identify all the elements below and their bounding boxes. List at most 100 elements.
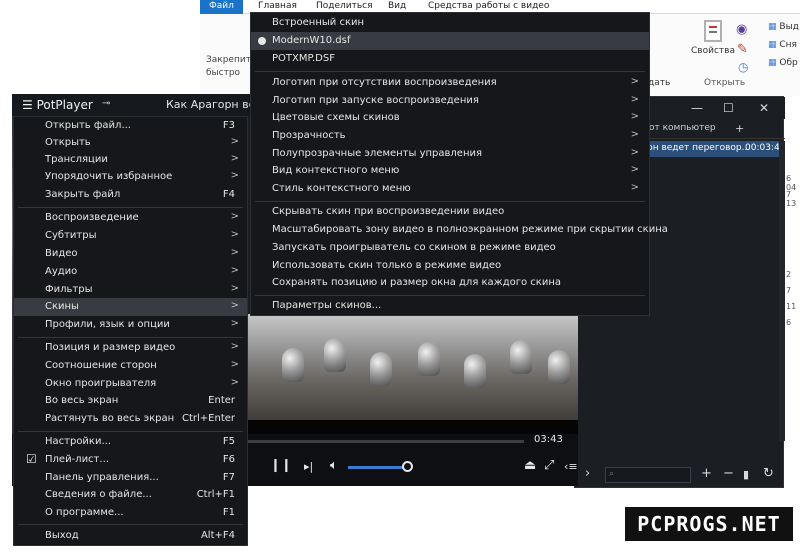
video-detail — [282, 348, 304, 382]
submenu-item-translucent-controls[interactable]: Полупрозрачные элементы управления > — [251, 145, 649, 163]
eject-icon[interactable]: ⏏ — [524, 458, 536, 473]
fullscreen-icon[interactable]: ⤢ — [544, 458, 554, 473]
menu-item-playlist[interactable]: ☑ Плей-лист... F6 — [14, 451, 247, 469]
menu-item-open-file[interactable]: Открыть файл... F3 — [14, 117, 247, 135]
volume-icon[interactable]: 🔈︎ — [330, 458, 338, 473]
menu-item-profiles[interactable]: Профили, язык и опции > — [14, 316, 247, 334]
checkmark-icon: ☑ — [26, 452, 37, 466]
submenu-item-menu-view[interactable]: Вид контекстного меню > — [251, 162, 649, 180]
chevron-right-icon[interactable]: › — [585, 466, 590, 481]
playlist-search-input[interactable]: ⌕ — [605, 467, 691, 483]
chevron-right-icon: > — [630, 182, 639, 193]
submenu-item-scale-video-zone[interactable]: Масштабировать зону видео в полноэкранно… — [251, 221, 668, 239]
volume-slider[interactable] — [348, 466, 406, 469]
minimize-icon[interactable]: — — [691, 101, 703, 115]
menu-item-stretch-fullscreen[interactable]: Растянуть во весь экран Ctrl+Enter — [14, 410, 247, 428]
pause-icon[interactable]: ❙❙ — [270, 458, 292, 473]
menu-item-skins[interactable]: Скины > — [14, 298, 247, 316]
remove-icon[interactable]: − — [723, 466, 734, 481]
menu-item-shortcut: F6 — [222, 454, 235, 465]
deselect-label: Сня — [779, 40, 797, 50]
menu-item-fullscreen[interactable]: Во весь экран Enter — [14, 392, 247, 410]
properties-button[interactable]: Свойства — [688, 20, 738, 56]
submenu-item-skin-video-only[interactable]: Использовать скин только в режиме видео — [251, 257, 649, 275]
select-all-button[interactable]: ▦ Выд — [768, 22, 799, 32]
submenu-item-start-skin-video[interactable]: Запускать проигрыватель со скином в режи… — [251, 239, 649, 257]
ribbon-tab-file[interactable]: Файл — [200, 0, 243, 14]
pin-icon[interactable]: ⊸ — [102, 98, 110, 109]
menu-item-video[interactable]: Видео > — [14, 245, 247, 263]
menu-item-playback[interactable]: Воспроизведение > — [14, 209, 247, 227]
submenu-item-save-window-position[interactable]: Сохранять позицию и размер окна для кажд… — [251, 274, 649, 292]
menu-item-label: Во весь экран — [45, 395, 119, 406]
menu-item-aspect-ratio[interactable]: Соотношение сторон > — [14, 357, 247, 375]
submenu-item-label: Логотип при запуске воспроизведения — [272, 95, 479, 106]
chevron-right-icon: > — [230, 211, 239, 222]
submenu-item-hide-skin[interactable]: Скрывать скин при воспроизведении видео — [251, 203, 649, 221]
menu-item-label: Закрыть файл — [45, 189, 121, 200]
chevron-right-icon: > — [230, 265, 239, 276]
submenu-item-builtin-skin[interactable]: Встроенный скин — [251, 14, 649, 32]
menu-item-video-position[interactable]: Позиция и размер видео > — [14, 339, 247, 357]
video-detail — [548, 350, 570, 384]
open-with-icon[interactable]: ◉ — [736, 22, 747, 37]
menu-item-about[interactable]: О программе... F1 — [14, 504, 247, 522]
menu-item-close-file[interactable]: Закрыть файл F4 — [14, 186, 247, 204]
menu-item-label: Упорядочить избранное — [45, 171, 173, 182]
submenu-item-label: Цветовые схемы скинов — [272, 112, 400, 123]
seek-bar[interactable] — [248, 440, 524, 443]
trash-icon[interactable]: ▮ — [743, 468, 749, 481]
submenu-item-color-schemes[interactable]: Цветовые схемы скинов > — [251, 109, 649, 127]
submenu-item-potxmp[interactable]: POTXMP.DSF — [251, 50, 649, 68]
repeat-icon[interactable]: ↻ — [763, 466, 774, 481]
playlist-scrollbar[interactable] — [779, 141, 785, 441]
menu-item-filters[interactable]: Фильтры > — [14, 281, 247, 299]
menu-item-control-panel[interactable]: Панель управления... F7 — [14, 469, 247, 487]
invert-selection-button[interactable]: ▦ Обр — [768, 58, 798, 68]
close-icon[interactable]: ✕ — [759, 101, 769, 115]
menu-item-favorites[interactable]: Упорядочить избранное > — [14, 168, 247, 186]
menu-item-subtitles[interactable]: Субтитры > — [14, 227, 247, 245]
next-icon[interactable]: ▸| — [304, 460, 313, 473]
menu-separator — [18, 337, 243, 338]
submenu-item-modernw10[interactable]: ModernW10.dsf — [251, 32, 649, 50]
edit-icon[interactable]: ✎ — [737, 42, 748, 57]
menu-item-audio[interactable]: Аудио > — [14, 263, 247, 281]
open-group-label: Открыть — [704, 78, 746, 88]
menu-separator — [18, 524, 243, 525]
menu-item-exit[interactable]: Выход Alt+F4 — [14, 527, 247, 545]
volume-handle[interactable] — [402, 461, 413, 472]
submenu-item-logo-idle[interactable]: Логотип при отсутствии воспроизведения > — [251, 74, 649, 92]
menu-item-file-info[interactable]: Сведения о файле... Ctrl+F1 — [14, 486, 247, 504]
menu-item-player-window[interactable]: Окно проигрывателя > — [14, 375, 247, 393]
add-tab-button[interactable]: + — [735, 122, 744, 135]
chevron-right-icon: > — [230, 377, 239, 388]
history-icon[interactable]: ◷ — [738, 60, 748, 74]
submenu-item-menu-style[interactable]: Стиль контекстного меню > — [251, 180, 649, 198]
menu-item-label: Профили, язык и опции — [45, 319, 170, 330]
submenu-item-label: Логотип при отсутствии воспроизведения — [272, 77, 497, 88]
chevron-right-icon: > — [230, 318, 239, 329]
submenu-item-logo-start[interactable]: Логотип при запуске воспроизведения > — [251, 92, 649, 110]
chevron-right-icon: > — [630, 147, 639, 158]
properties-label: Свойства — [691, 46, 735, 56]
video-detail — [370, 352, 392, 386]
pin-quick-access-button[interactable]: Закрепит быстро — [206, 54, 251, 80]
menu-item-settings[interactable]: Настройки... F5 — [14, 433, 247, 451]
submenu-item-skin-settings[interactable]: Параметры скинов... — [251, 297, 649, 315]
submenu-item-label: Полупрозрачные элементы управления — [272, 148, 483, 159]
chevron-right-icon: > — [230, 247, 239, 258]
menu-item-open[interactable]: Открыть > — [14, 134, 247, 152]
submenu-item-transparency[interactable]: Прозрачность > — [251, 127, 649, 145]
deselect-button[interactable]: ▦ Сня — [768, 40, 797, 50]
submenu-item-label: Скрывать скин при воспроизведении видео — [272, 206, 505, 217]
playlist-tab-computer[interactable]: от компьютер — [649, 123, 716, 133]
add-icon[interactable]: + — [701, 466, 712, 481]
app-logo[interactable]: ☰ PotPlayer — [22, 98, 93, 112]
menu-item-label: Аудио — [45, 266, 78, 277]
chevron-right-icon: > — [230, 300, 239, 311]
playlist-toggle-icon[interactable]: ‹≡ — [564, 460, 578, 473]
submenu-separator — [255, 201, 645, 202]
maximize-icon[interactable]: ☐ — [723, 101, 734, 115]
menu-item-broadcasts[interactable]: Трансляции > — [14, 151, 247, 169]
